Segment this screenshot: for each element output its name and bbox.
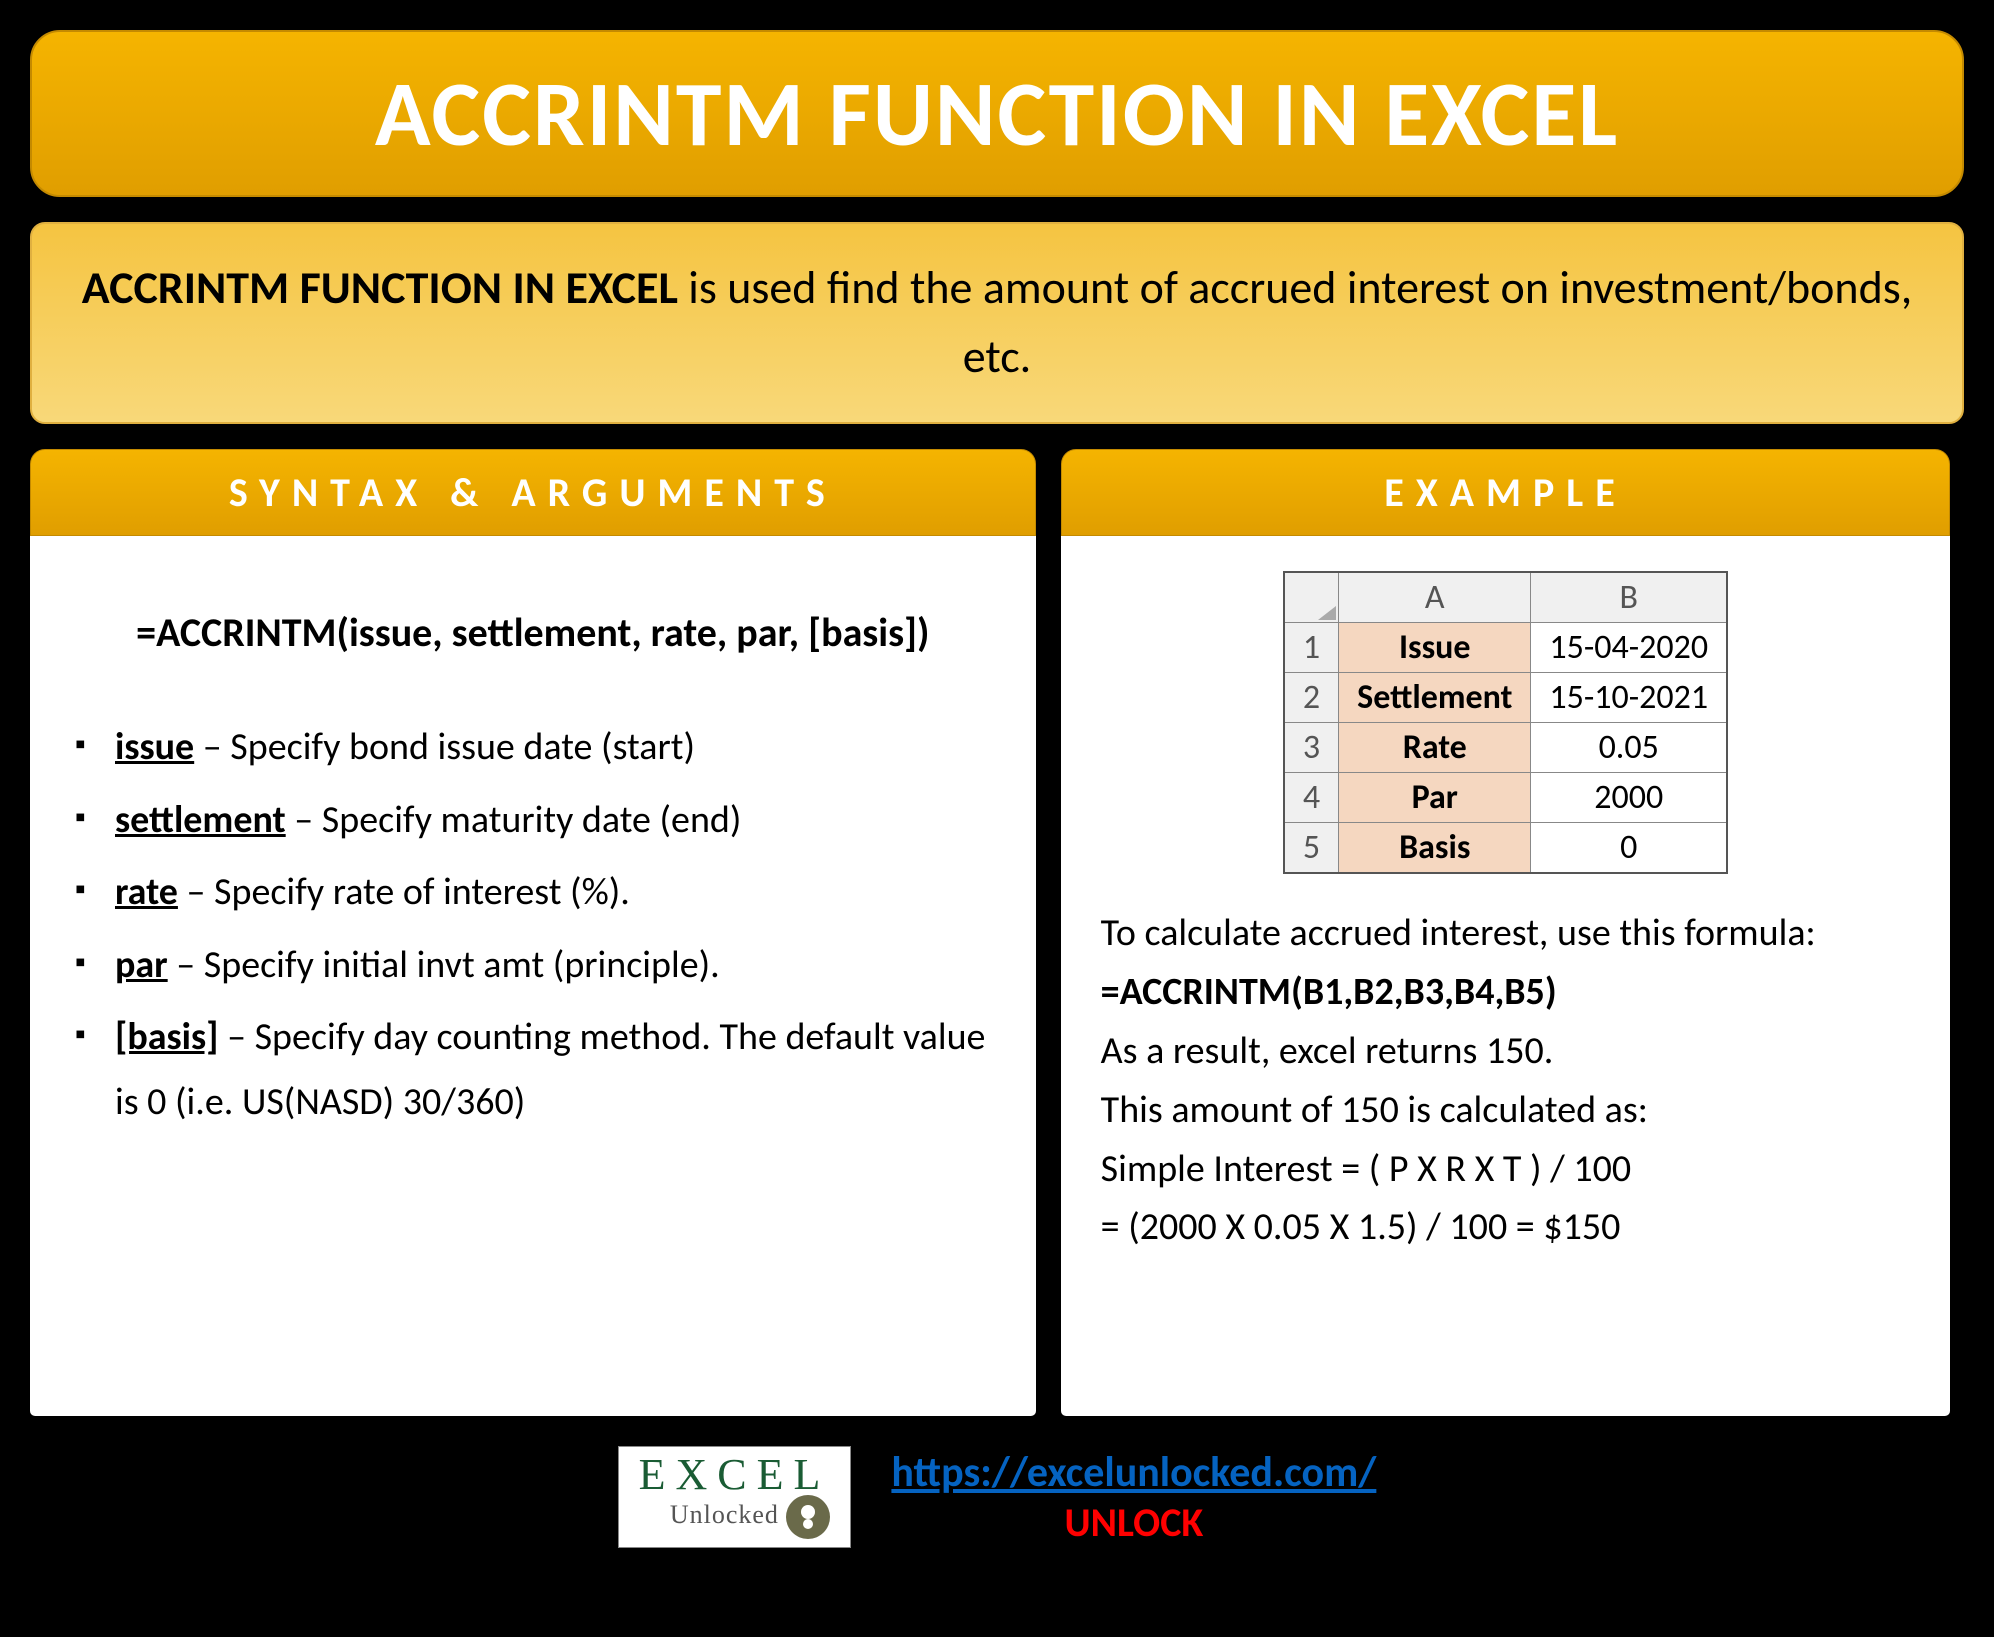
row-num: 1 [1284, 623, 1339, 673]
syntax-body: =ACCRINTM(issue, settlement, rate, par, … [30, 536, 1036, 1416]
arg-desc: – Specify initial invt amt (principle). [168, 942, 720, 988]
arg-desc: – Specify rate of interest (%). [178, 869, 630, 915]
keyhole-icon [786, 1495, 830, 1539]
table-row: 5 Basis 0 [1284, 823, 1727, 874]
example-table: A B 1 Issue 15-04-2020 2 Settlement 15-1… [1283, 571, 1728, 874]
example-formula: =ACCRINTM(B1,B2,B3,B4,B5) [1101, 963, 1911, 1022]
logo-sub-text: Unlocked [670, 1500, 779, 1529]
page-title: ACCRINTM FUNCTION IN EXCEL [72, 57, 1922, 170]
arg-item: [basis] – Specify day counting method. T… [70, 1005, 996, 1134]
description-box: ACCRINTM FUNCTION IN EXCEL is used find … [30, 222, 1964, 424]
example-text: To calculate accrued interest, use this … [1101, 904, 1911, 1257]
example-intro: To calculate accrued interest, use this … [1101, 904, 1911, 963]
table-row: 2 Settlement 15-10-2021 [1284, 673, 1727, 723]
arg-name: rate [115, 869, 178, 915]
footer-links: https://excelunlocked.com/ UNLOCK [891, 1447, 1376, 1547]
cell-label: Issue [1339, 623, 1531, 673]
row-num: 5 [1284, 823, 1339, 874]
example-calc-intro: This amount of 150 is calculated as: [1101, 1081, 1911, 1140]
arg-name: par [115, 942, 168, 988]
syntax-column: SYNTAX & ARGUMENTS =ACCRINTM(issue, sett… [30, 449, 1036, 1416]
logo: EXCEL Unlocked [618, 1446, 852, 1548]
footer: EXCEL Unlocked https://excelunlocked.com… [30, 1436, 1964, 1548]
col-header-b: B [1531, 572, 1727, 623]
arg-item: issue – Specify bond issue date (start) [70, 715, 996, 780]
cell-label: Rate [1339, 723, 1531, 773]
columns: SYNTAX & ARGUMENTS =ACCRINTM(issue, sett… [30, 449, 1964, 1416]
cell-label: Basis [1339, 823, 1531, 874]
cell-value: 0.05 [1531, 723, 1727, 773]
syntax-header: SYNTAX & ARGUMENTS [30, 449, 1036, 536]
example-calc-formula: Simple Interest = ( P X R X T ) / 100 [1101, 1140, 1911, 1199]
table-row: 1 Issue 15-04-2020 [1284, 623, 1727, 673]
website-link[interactable]: https://excelunlocked.com/ [891, 1447, 1376, 1498]
cell-value: 2000 [1531, 773, 1727, 823]
arg-desc: – Specify day counting method. The defau… [115, 1014, 985, 1125]
arg-name: [basis] [115, 1014, 218, 1060]
cell-value: 15-10-2021 [1531, 673, 1727, 723]
table-row: 3 Rate 0.05 [1284, 723, 1727, 773]
cell-label: Settlement [1339, 673, 1531, 723]
title-banner: ACCRINTM FUNCTION IN EXCEL [30, 30, 1964, 197]
arg-item: rate – Specify rate of interest (%). [70, 860, 996, 925]
cell-label: Par [1339, 773, 1531, 823]
description-bold: ACCRINTM FUNCTION IN EXCEL [82, 260, 678, 316]
table-row: 4 Par 2000 [1284, 773, 1727, 823]
example-body: A B 1 Issue 15-04-2020 2 Settlement 15-1… [1061, 536, 1951, 1416]
example-result: As a result, excel returns 150. [1101, 1022, 1911, 1081]
table-corner [1284, 572, 1339, 623]
arg-item: par – Specify initial invt amt (principl… [70, 933, 996, 998]
logo-main-text: EXCEL [639, 1455, 831, 1495]
arg-name: settlement [115, 797, 286, 843]
row-num: 2 [1284, 673, 1339, 723]
arg-desc: – Specify bond issue date (start) [194, 724, 695, 770]
arg-desc: – Specify maturity date (end) [286, 797, 742, 843]
syntax-formula: =ACCRINTM(issue, settlement, rate, par, … [70, 601, 996, 665]
cell-value: 15-04-2020 [1531, 623, 1727, 673]
argument-list: issue – Specify bond issue date (start) … [70, 715, 996, 1135]
cell-value: 0 [1531, 823, 1727, 874]
arg-item: settlement – Specify maturity date (end) [70, 788, 996, 853]
description-text: is used find the amount of accrued inter… [678, 260, 1912, 385]
unlock-label: UNLOCK [891, 1498, 1376, 1547]
example-calc-sub: = (2000 X 0.05 X 1.5) / 100 = $150 [1101, 1198, 1911, 1257]
example-header: EXAMPLE [1061, 449, 1951, 536]
row-num: 4 [1284, 773, 1339, 823]
row-num: 3 [1284, 723, 1339, 773]
example-column: EXAMPLE A B 1 Issue 15-04-2020 2 Settlem… [1061, 449, 1951, 1416]
col-header-a: A [1339, 572, 1531, 623]
arg-name: issue [115, 724, 194, 770]
